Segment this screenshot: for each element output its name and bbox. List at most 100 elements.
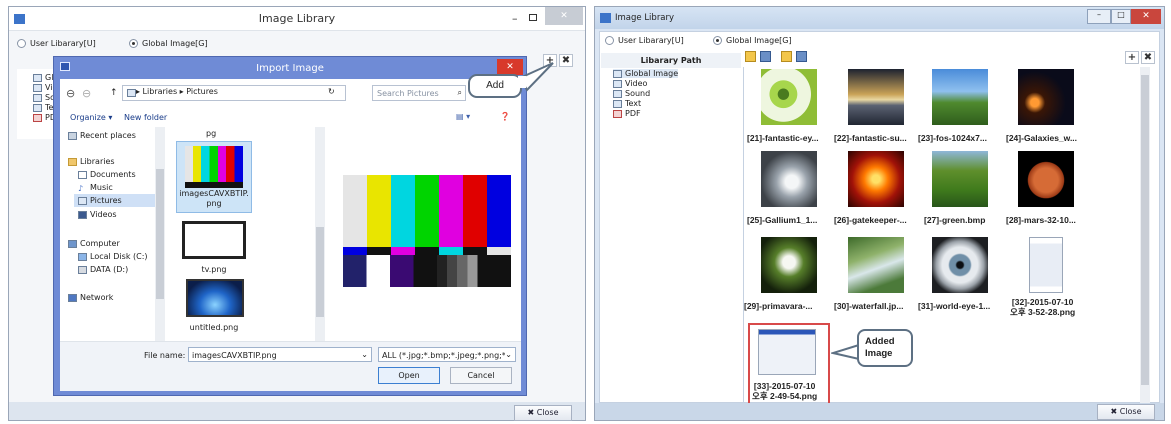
refresh-button[interactable]: ↻ — [328, 87, 335, 96]
image-thumbnail[interactable] — [932, 69, 988, 125]
image-caption: [32]-2015-07-10 오후 3-52-28.png — [1010, 297, 1076, 317]
grid-scroll-thumb[interactable] — [1141, 75, 1149, 385]
tree-item-global-image[interactable]: Global Image — [613, 69, 679, 78]
right-bottom-strip — [595, 403, 1164, 420]
image-thumbnail[interactable] — [758, 329, 816, 375]
radio-global-image[interactable]: Global Image[G] — [713, 36, 792, 45]
tree-panel: Global Image Video Sound Text PDF — [601, 67, 741, 403]
image-thumbnail[interactable] — [1018, 69, 1074, 125]
nav-computer[interactable]: Computer — [68, 239, 120, 248]
maximize-button[interactable]: □ — [1111, 9, 1131, 24]
text-icon — [33, 103, 42, 112]
nav-pictures[interactable]: Pictures — [74, 194, 156, 207]
close-button[interactable]: ✖ Close — [514, 405, 572, 421]
tree-item-sound[interactable]: Sound — [613, 89, 650, 98]
file-name-value: imagesCAVXBTIP.png — [192, 351, 277, 360]
image-thumbnail[interactable] — [1018, 151, 1074, 207]
image-thumbnail[interactable] — [848, 69, 904, 125]
large-icons-icon[interactable] — [745, 51, 756, 62]
image-thumbnail[interactable] — [761, 151, 817, 207]
file-name-input[interactable]: imagesCAVXBTIP.png ⌄ — [188, 347, 372, 362]
left-bottom-strip — [9, 402, 585, 420]
tree-item-text[interactable]: Text — [613, 99, 641, 108]
open-button[interactable]: Open — [378, 367, 440, 384]
right-titlebar — [595, 7, 1164, 29]
nav-recent-places[interactable]: Recent places — [68, 131, 136, 140]
tv-thumbnail[interactable] — [182, 221, 246, 259]
list-icon[interactable] — [796, 51, 807, 62]
radio-user-icon — [605, 36, 614, 45]
chevron-down-icon: ⌄ — [361, 350, 368, 359]
file-type-value: ALL (*.jpg;*.bmp;*.jpeg;*.png;*. — [382, 351, 509, 360]
minimize-button[interactable]: – — [1087, 9, 1111, 24]
image-thumbnail[interactable] — [1029, 237, 1063, 293]
file-type-select[interactable]: ALL (*.jpg;*.bmp;*.jpeg;*.png;*. ⌄ — [378, 347, 516, 362]
radio-user-library[interactable]: User Libarary[U] — [17, 39, 96, 48]
image-caption: [25]-Gallium1_1... — [747, 215, 818, 225]
add-callout: Add — [468, 74, 522, 98]
view-options-icon[interactable]: ▤ ▾ — [456, 112, 470, 121]
add-button[interactable]: + — [1125, 51, 1139, 64]
video-icon — [33, 83, 42, 92]
address-bar[interactable]: ▸ Libraries ▸ Pictures — [122, 85, 346, 101]
image-thumbnail[interactable] — [848, 151, 904, 207]
forward-button[interactable]: ⊖ — [82, 87, 91, 100]
tree-item-pdf[interactable]: PDF — [613, 109, 641, 118]
help-icon[interactable]: ❓ — [500, 112, 510, 121]
file-name-caption: File name: — [144, 351, 186, 360]
close-window-button[interactable]: ✕ — [545, 7, 583, 25]
back-button[interactable]: ⊖ — [66, 87, 75, 100]
videos-icon — [78, 210, 87, 219]
search-box[interactable]: Search Pictures ⌕ — [372, 85, 466, 101]
up-button[interactable]: ↑ — [110, 88, 118, 98]
monitor-thumbnail[interactable] — [186, 279, 244, 317]
cancel-button[interactable]: Cancel — [450, 367, 512, 384]
folder-icon — [33, 73, 42, 82]
organize-menu[interactable]: Organize ▾ — [70, 113, 112, 122]
tiles-icon[interactable] — [781, 51, 792, 62]
import-dialog: Import Image ✕ ⊖ ⊖ ↑ ▸ Libraries ▸ Pictu… — [53, 56, 527, 396]
image-thumbnail[interactable] — [932, 237, 988, 293]
image-thumbnail[interactable] — [761, 69, 817, 125]
network-icon — [68, 293, 77, 302]
nav-documents[interactable]: Documents — [78, 170, 136, 179]
maximize-button[interactable] — [529, 14, 537, 21]
dialog-title: Import Image — [256, 63, 324, 74]
radio-user-library[interactable]: User Libarary[U] — [605, 36, 684, 45]
close-button[interactable]: ✖ Close — [1097, 404, 1155, 420]
nav-local-disk[interactable]: Local Disk (C:) — [78, 252, 148, 261]
added-callout: Added Image — [857, 329, 913, 367]
nav-libraries[interactable]: Libraries — [68, 157, 115, 166]
nav-music[interactable]: ♪ Music — [78, 183, 113, 193]
recent-places-icon — [68, 131, 77, 140]
image-thumbnail[interactable] — [761, 237, 817, 293]
file-item-selected[interactable]: imagesCAVXBTIP.png — [176, 141, 252, 213]
new-folder-button[interactable]: New folder — [124, 113, 167, 122]
image-caption: [29]-primavara-... — [744, 301, 813, 311]
nav-scroll-thumb[interactable] — [156, 169, 164, 299]
pictures-icon — [78, 196, 87, 205]
nav-videos[interactable]: Videos — [78, 210, 117, 219]
close-window-button[interactable]: ✕ — [1131, 9, 1161, 24]
image-thumbnail[interactable] — [932, 151, 988, 207]
preview-mid — [343, 247, 511, 255]
image-caption: [30]-waterfall.jp... — [834, 301, 904, 311]
added-callout-text: Added Image — [865, 336, 895, 359]
nav-network[interactable]: Network — [68, 293, 113, 302]
text-icon — [613, 99, 622, 108]
minimize-button[interactable]: – — [512, 12, 518, 25]
tree-header: Libarary Path — [601, 53, 741, 68]
remove-button[interactable]: ✖ — [1141, 51, 1155, 64]
remove-button[interactable]: ✖ — [559, 54, 573, 67]
file-scroll-thumb[interactable] — [316, 227, 324, 317]
video-icon — [613, 79, 622, 88]
image-caption: [24]-Galaxies_w... — [1006, 133, 1078, 143]
nav-data-drive[interactable]: DATA (D:) — [78, 265, 128, 274]
tree-item-video[interactable]: Video — [613, 79, 647, 88]
radio-global-image[interactable]: Global Image[G] — [129, 39, 208, 48]
details-icon[interactable] — [760, 51, 771, 62]
image-thumbnail[interactable] — [848, 237, 904, 293]
preview-bars — [343, 175, 511, 247]
radio-global-icon — [129, 39, 138, 48]
image-caption: [31]-world-eye-1... — [918, 301, 991, 311]
